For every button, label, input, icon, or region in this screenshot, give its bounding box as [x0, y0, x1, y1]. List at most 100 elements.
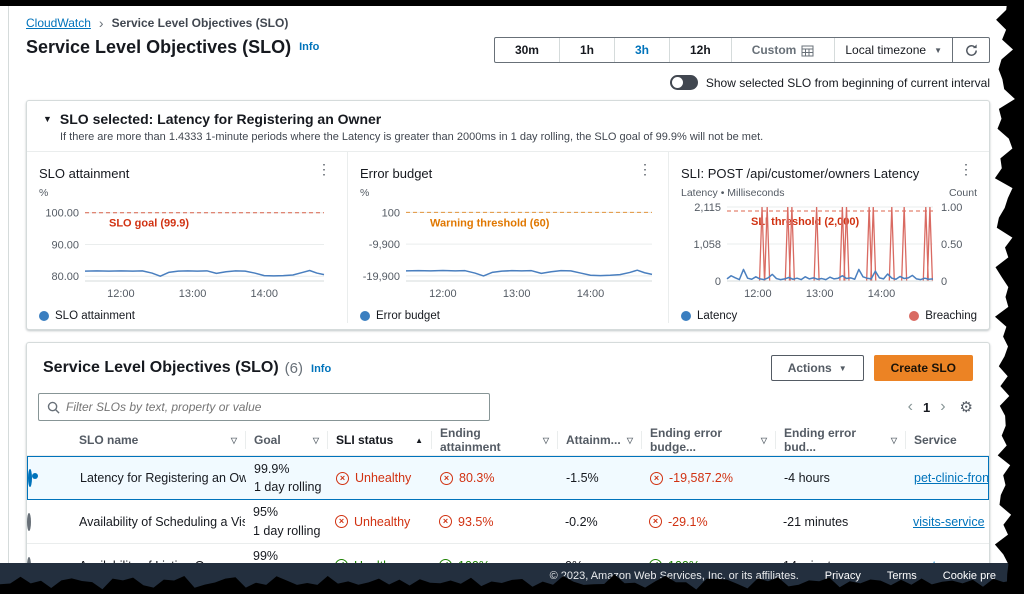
- table-count: (6): [285, 360, 303, 377]
- time-range-control: 30m1h3h12h Custom Local timezone ▼: [494, 37, 990, 63]
- filter-input-box: [38, 393, 490, 421]
- sort-down-icon: ▽: [891, 436, 897, 445]
- cell-value: 80.3%: [459, 471, 494, 485]
- cell-value: Unhealthy: [354, 515, 410, 529]
- slo-selected-panel: ▼ SLO selected: Latency for Registering …: [26, 100, 990, 330]
- svg-text:13:00: 13:00: [503, 288, 531, 300]
- column-header-attainm[interactable]: Attainm...▽: [557, 431, 641, 449]
- footer: © 2023, Amazon Web Services, Inc. or its…: [0, 563, 1024, 594]
- svg-text:0: 0: [715, 276, 721, 288]
- breadcrumb-cloudwatch-link[interactable]: CloudWatch: [26, 16, 91, 30]
- chart-3-column: SLI: POST /api/customer/owners Latency ⋮ L…: [669, 152, 989, 323]
- time-range-1h-button[interactable]: 1h: [560, 38, 615, 62]
- chart-2-column: Error budget⋮%100-9,900-19,90012:0013:00…: [348, 152, 669, 323]
- svg-text:1.00: 1.00: [941, 202, 962, 214]
- chart-title: SLI: POST /api/customer/owners Latency: [681, 166, 919, 181]
- cell-value: -19,587.2%: [669, 471, 733, 485]
- sort-down-icon: ▽: [231, 436, 237, 445]
- legend-label: Latency: [697, 310, 737, 322]
- svg-text:12:00: 12:00: [107, 288, 135, 300]
- svg-text:-19,900: -19,900: [363, 271, 400, 283]
- sort-down-icon: ▽: [313, 436, 319, 445]
- current-page[interactable]: 1: [923, 400, 930, 415]
- chart-legend: Error budget: [360, 310, 656, 322]
- sort-down-icon: ▽: [543, 436, 549, 445]
- svg-text:100: 100: [382, 207, 400, 219]
- sort-down-icon: ▽: [627, 436, 633, 445]
- svg-text:-9,900: -9,900: [369, 239, 400, 251]
- collapse-caret-icon[interactable]: ▼: [43, 114, 52, 124]
- table-info-link[interactable]: Info: [311, 363, 331, 375]
- attainment-delta: -0.2%: [557, 515, 641, 529]
- column-header-sli-status[interactable]: SLI status▲: [327, 431, 431, 449]
- error-circle-icon: ×: [650, 472, 663, 485]
- goal-cell: 99.9%1 day rolling: [246, 460, 328, 496]
- timezone-select[interactable]: Local timezone ▼: [835, 38, 953, 62]
- slo-panel-description: If there are more than 1.4333 1-minute p…: [60, 131, 973, 143]
- actions-button[interactable]: Actions ▼: [771, 355, 864, 381]
- footer-link-terms[interactable]: Terms: [887, 570, 917, 582]
- cell-value: Unhealthy: [355, 471, 411, 485]
- legend-label: SLO attainment: [55, 310, 135, 322]
- breadcrumb-chevron-icon: ›: [99, 15, 104, 31]
- row-radio-button[interactable]: [27, 513, 31, 531]
- page-info-link[interactable]: Info: [299, 41, 319, 53]
- refresh-button[interactable]: [953, 38, 989, 62]
- time-range-3h-button[interactable]: 3h: [615, 38, 670, 62]
- column-header-ending-error-budge[interactable]: Ending error budge...▽: [641, 431, 775, 449]
- error-budget-time: -4 hours: [776, 471, 906, 485]
- legend-label: Error budget: [376, 310, 440, 322]
- calendar-icon: [801, 44, 814, 57]
- time-range-custom-button[interactable]: Custom: [732, 38, 836, 62]
- toggle-label: Show selected SLO from beginning of curr…: [706, 76, 990, 90]
- table-row[interactable]: Latency for Registering an Owner99.9%1 d…: [27, 456, 989, 500]
- pagination: ‹ 1 › ⚙: [908, 398, 973, 416]
- chart-axis-units: %: [39, 187, 335, 199]
- service-link[interactable]: visits-service: [913, 515, 985, 529]
- chart-menu-kebab-icon[interactable]: ⋮: [634, 160, 656, 178]
- svg-text:14:00: 14:00: [577, 288, 605, 300]
- chart-menu-kebab-icon[interactable]: ⋮: [313, 160, 335, 178]
- cell-value: 93.5%: [458, 515, 493, 529]
- error-circle-icon: ×: [649, 515, 662, 528]
- svg-text:0.50: 0.50: [941, 239, 962, 251]
- svg-text:0: 0: [941, 276, 947, 288]
- filter-input[interactable]: [66, 400, 481, 414]
- svg-text:13:00: 13:00: [806, 288, 834, 300]
- row-radio-button[interactable]: [28, 469, 32, 487]
- slo-panel-title: SLO selected: Latency for Registering an…: [60, 111, 381, 127]
- svg-text:SLO goal (99.9): SLO goal (99.9): [109, 218, 189, 230]
- footer-link-privacy[interactable]: Privacy: [825, 570, 861, 582]
- column-header-service[interactable]: Service: [905, 431, 989, 449]
- legend-dot-icon: [360, 311, 370, 321]
- chevron-down-icon: ▼: [839, 364, 847, 373]
- service-link[interactable]: pet-clinic-frontend: [914, 471, 988, 485]
- column-header-ending-error-bud[interactable]: Ending error bud...▽: [775, 431, 905, 449]
- error-circle-icon: ×: [335, 515, 348, 528]
- column-header-goal[interactable]: Goal▽: [245, 431, 327, 449]
- table-row[interactable]: Availability of Listing Owners99%1 day r…: [27, 544, 989, 563]
- show-slo-toggle[interactable]: [670, 75, 698, 90]
- page-title: Service Level Objectives (SLO): [26, 37, 291, 58]
- cell-value: -29.1%: [668, 515, 708, 529]
- prev-page-button[interactable]: ‹: [908, 398, 913, 416]
- svg-text:100.00: 100.00: [45, 208, 79, 220]
- error-circle-icon: ×: [440, 472, 453, 485]
- next-page-button[interactable]: ›: [940, 398, 945, 416]
- table-settings-gear-icon[interactable]: ⚙: [960, 398, 973, 416]
- time-range-12h-button[interactable]: 12h: [670, 38, 732, 62]
- search-icon: [47, 401, 60, 414]
- column-header-slo-name[interactable]: SLO name▽: [71, 431, 245, 449]
- column-header-ending-attainment[interactable]: Ending attainment▽: [431, 431, 557, 449]
- chart-menu-kebab-icon[interactable]: ⋮: [955, 160, 977, 178]
- svg-text:12:00: 12:00: [744, 288, 772, 300]
- chart-plot: 100-9,900-19,90012:0013:0014:00Warning t…: [360, 199, 662, 303]
- slo-name: Availability of Scheduling a Visit: [71, 515, 245, 529]
- footer-link-cookie-pre[interactable]: Cookie pre: [943, 570, 996, 582]
- slo-name: Latency for Registering an Owner: [72, 471, 246, 485]
- create-slo-button[interactable]: Create SLO: [874, 355, 973, 381]
- legend-label: Breaching: [925, 310, 977, 322]
- time-range-30m-button[interactable]: 30m: [495, 38, 560, 62]
- table-row[interactable]: Availability of Scheduling a Visit95%1 d…: [27, 500, 989, 544]
- refresh-icon: [964, 43, 979, 58]
